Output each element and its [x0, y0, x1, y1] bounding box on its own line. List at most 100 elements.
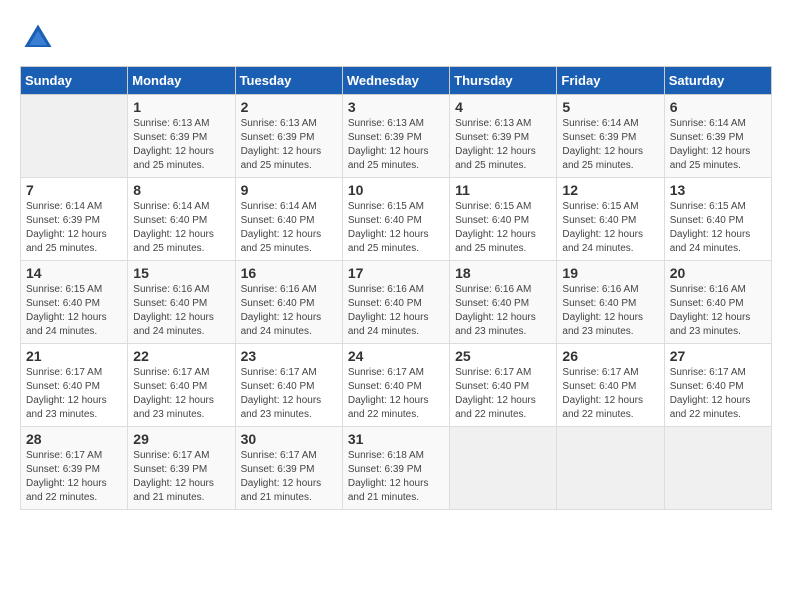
day-info: Sunrise: 6:14 AM Sunset: 6:40 PM Dayligh…: [133, 200, 229, 256]
day-number: 30: [241, 431, 337, 447]
day-info: Sunrise: 6:15 AM Sunset: 6:40 PM Dayligh…: [348, 200, 444, 256]
day-of-week-header: Saturday: [664, 67, 771, 95]
calendar-cell: 18 Sunrise: 6:16 AM Sunset: 6:40 PM Dayli…: [450, 261, 557, 344]
day-of-week-header: Monday: [128, 67, 235, 95]
day-number: 8: [133, 182, 229, 198]
day-info: Sunrise: 6:17 AM Sunset: 6:40 PM Dayligh…: [455, 366, 551, 422]
day-number: 17: [348, 265, 444, 281]
calendar-cell: 31 Sunrise: 6:18 AM Sunset: 6:39 PM Dayli…: [342, 427, 449, 510]
calendar-cell: 25 Sunrise: 6:17 AM Sunset: 6:40 PM Dayli…: [450, 344, 557, 427]
day-info: Sunrise: 6:13 AM Sunset: 6:39 PM Dayligh…: [348, 117, 444, 173]
day-info: Sunrise: 6:16 AM Sunset: 6:40 PM Dayligh…: [455, 283, 551, 339]
calendar-cell: 15Sunrise: 6:16 AM Sunset: 6:40 PM Dayli…: [128, 261, 235, 344]
day-number: 7: [26, 182, 122, 198]
day-number: 26: [562, 348, 658, 364]
day-number: 14: [26, 265, 122, 281]
header-row: SundayMondayTuesdayWednesdayThursdayFrid…: [21, 67, 772, 95]
day-of-week-header: Tuesday: [235, 67, 342, 95]
day-number: 13: [670, 182, 766, 198]
day-info: Sunrise: 6:13 AM Sunset: 6:39 PM Dayligh…: [455, 117, 551, 173]
day-number: 20: [670, 265, 766, 281]
calendar-cell: 26Sunrise: 6:17 AM Sunset: 6:40 PM Dayli…: [557, 344, 664, 427]
calendar-cell: 17 Sunrise: 6:16 AM Sunset: 6:40 PM Dayli…: [342, 261, 449, 344]
day-of-week-header: Thursday: [450, 67, 557, 95]
day-info: Sunrise: 6:14 AM Sunset: 6:40 PM Dayligh…: [241, 200, 337, 256]
day-number: 5: [562, 99, 658, 115]
calendar-week-row: 21 Sunrise: 6:17 AM Sunset: 6:40 PM Dayli…: [21, 344, 772, 427]
calendar-cell: 8 Sunrise: 6:14 AM Sunset: 6:40 PM Daylig…: [128, 178, 235, 261]
day-number: 31: [348, 431, 444, 447]
calendar-cell: 9 Sunrise: 6:14 AM Sunset: 6:40 PM Daylig…: [235, 178, 342, 261]
day-info: Sunrise: 6:14 AM Sunset: 6:39 PM Dayligh…: [670, 117, 766, 173]
day-number: 9: [241, 182, 337, 198]
day-of-week-header: Wednesday: [342, 67, 449, 95]
calendar-cell: 28 Sunrise: 6:17 AM Sunset: 6:39 PM Dayli…: [21, 427, 128, 510]
page-header: [20, 20, 772, 56]
calendar-cell: 19 Sunrise: 6:16 AM Sunset: 6:40 PM Dayli…: [557, 261, 664, 344]
day-number: 3: [348, 99, 444, 115]
day-number: 16: [241, 265, 337, 281]
calendar-cell: 3 Sunrise: 6:13 AM Sunset: 6:39 PM Daylig…: [342, 95, 449, 178]
calendar-header: SundayMondayTuesdayWednesdayThursdayFrid…: [21, 67, 772, 95]
day-info: Sunrise: 6:16 AM Sunset: 6:40 PM Dayligh…: [670, 283, 766, 339]
day-info: Sunrise: 6:17 AM Sunset: 6:40 PM Dayligh…: [241, 366, 337, 422]
calendar-cell: [450, 427, 557, 510]
day-number: 27: [670, 348, 766, 364]
calendar-cell: 16 Sunrise: 6:16 AM Sunset: 6:40 PM Dayli…: [235, 261, 342, 344]
day-info: Sunrise: 6:18 AM Sunset: 6:39 PM Dayligh…: [348, 449, 444, 505]
calendar-week-row: 14Sunrise: 6:15 AM Sunset: 6:40 PM Dayli…: [21, 261, 772, 344]
day-info: Sunrise: 6:17 AM Sunset: 6:39 PM Dayligh…: [241, 449, 337, 505]
day-info: Sunrise: 6:17 AM Sunset: 6:39 PM Dayligh…: [133, 449, 229, 505]
day-info: Sunrise: 6:17 AM Sunset: 6:40 PM Dayligh…: [133, 366, 229, 422]
day-number: 1: [133, 99, 229, 115]
calendar-cell: 4Sunrise: 6:13 AM Sunset: 6:39 PM Daylig…: [450, 95, 557, 178]
calendar-cell: 7 Sunrise: 6:14 AM Sunset: 6:39 PM Daylig…: [21, 178, 128, 261]
day-number: 21: [26, 348, 122, 364]
day-info: Sunrise: 6:17 AM Sunset: 6:39 PM Dayligh…: [26, 449, 122, 505]
day-number: 15: [133, 265, 229, 281]
calendar-cell: [21, 95, 128, 178]
day-number: 6: [670, 99, 766, 115]
calendar-cell: [664, 427, 771, 510]
day-number: 28: [26, 431, 122, 447]
day-info: Sunrise: 6:15 AM Sunset: 6:40 PM Dayligh…: [670, 200, 766, 256]
calendar-cell: 1 Sunrise: 6:13 AM Sunset: 6:39 PM Daylig…: [128, 95, 235, 178]
day-number: 18: [455, 265, 551, 281]
day-info: Sunrise: 6:15 AM Sunset: 6:40 PM Dayligh…: [455, 200, 551, 256]
day-of-week-header: Sunday: [21, 67, 128, 95]
day-info: Sunrise: 6:16 AM Sunset: 6:40 PM Dayligh…: [348, 283, 444, 339]
calendar-body: 1 Sunrise: 6:13 AM Sunset: 6:39 PM Daylig…: [21, 95, 772, 510]
day-info: Sunrise: 6:14 AM Sunset: 6:39 PM Dayligh…: [562, 117, 658, 173]
day-number: 19: [562, 265, 658, 281]
calendar-table: SundayMondayTuesdayWednesdayThursdayFrid…: [20, 66, 772, 510]
day-number: 24: [348, 348, 444, 364]
calendar-cell: 22 Sunrise: 6:17 AM Sunset: 6:40 PM Dayli…: [128, 344, 235, 427]
calendar-cell: 20 Sunrise: 6:16 AM Sunset: 6:40 PM Dayli…: [664, 261, 771, 344]
calendar-cell: 11 Sunrise: 6:15 AM Sunset: 6:40 PM Dayli…: [450, 178, 557, 261]
calendar-cell: 10Sunrise: 6:15 AM Sunset: 6:40 PM Dayli…: [342, 178, 449, 261]
day-info: Sunrise: 6:17 AM Sunset: 6:40 PM Dayligh…: [348, 366, 444, 422]
calendar-cell: 30 Sunrise: 6:17 AM Sunset: 6:39 PM Dayli…: [235, 427, 342, 510]
day-info: Sunrise: 6:17 AM Sunset: 6:40 PM Dayligh…: [670, 366, 766, 422]
day-number: 22: [133, 348, 229, 364]
calendar-cell: 13 Sunrise: 6:15 AM Sunset: 6:40 PM Dayli…: [664, 178, 771, 261]
day-info: Sunrise: 6:14 AM Sunset: 6:39 PM Dayligh…: [26, 200, 122, 256]
day-info: Sunrise: 6:17 AM Sunset: 6:40 PM Dayligh…: [26, 366, 122, 422]
calendar-cell: 2 Sunrise: 6:13 AM Sunset: 6:39 PM Daylig…: [235, 95, 342, 178]
day-info: Sunrise: 6:16 AM Sunset: 6:40 PM Dayligh…: [562, 283, 658, 339]
day-of-week-header: Friday: [557, 67, 664, 95]
day-number: 11: [455, 182, 551, 198]
day-number: 2: [241, 99, 337, 115]
calendar-cell: [557, 427, 664, 510]
logo-icon: [20, 20, 56, 56]
calendar-cell: 23 Sunrise: 6:17 AM Sunset: 6:40 PM Dayli…: [235, 344, 342, 427]
calendar-cell: 12Sunrise: 6:15 AM Sunset: 6:40 PM Dayli…: [557, 178, 664, 261]
day-info: Sunrise: 6:16 AM Sunset: 6:40 PM Dayligh…: [241, 283, 337, 339]
calendar-cell: 5 Sunrise: 6:14 AM Sunset: 6:39 PM Daylig…: [557, 95, 664, 178]
day-info: Sunrise: 6:13 AM Sunset: 6:39 PM Dayligh…: [133, 117, 229, 173]
day-info: Sunrise: 6:13 AM Sunset: 6:39 PM Dayligh…: [241, 117, 337, 173]
day-number: 25: [455, 348, 551, 364]
calendar-cell: 6 Sunrise: 6:14 AM Sunset: 6:39 PM Daylig…: [664, 95, 771, 178]
day-number: 23: [241, 348, 337, 364]
calendar-cell: 21 Sunrise: 6:17 AM Sunset: 6:40 PM Dayli…: [21, 344, 128, 427]
